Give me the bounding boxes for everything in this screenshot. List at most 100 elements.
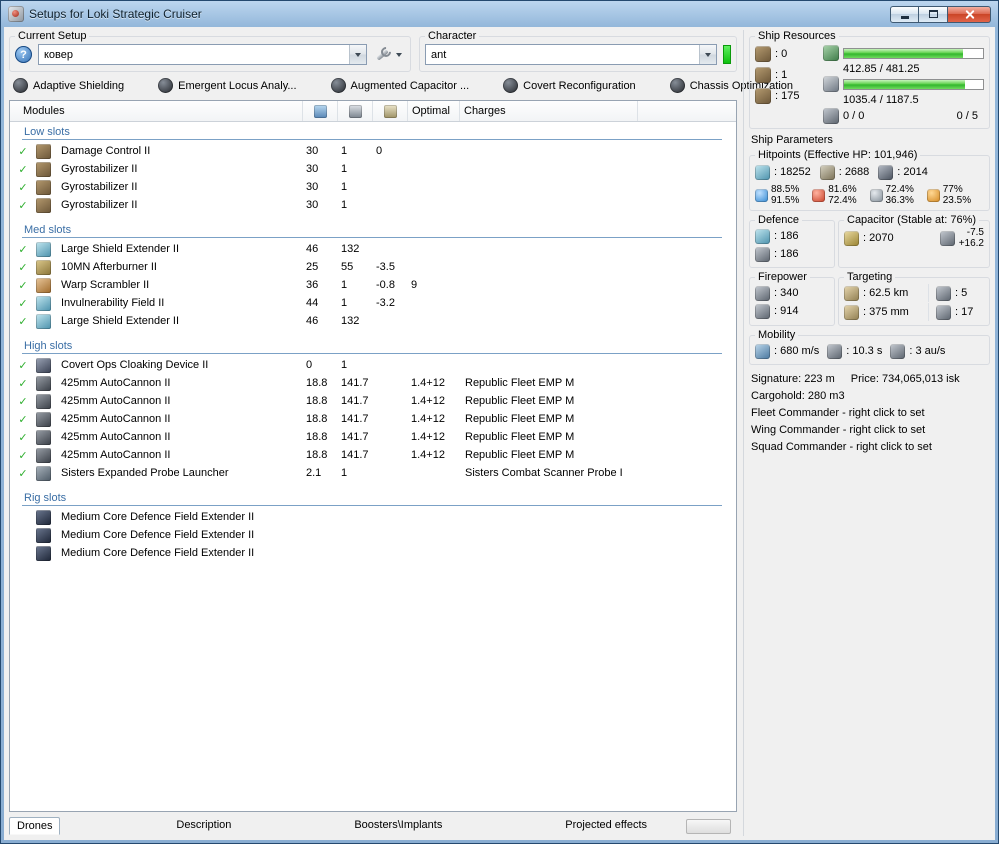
- maximize-button[interactable]: [919, 5, 948, 23]
- modules-table-header: Modules Optimal Charges: [10, 101, 736, 122]
- column-cpu: [302, 101, 337, 121]
- chevron-down-icon: [705, 53, 711, 60]
- module-row[interactable]: Medium Core Defence Field Extender II: [10, 544, 736, 562]
- shield-resist-value: 88.5%: [771, 184, 800, 195]
- defence-label: Defence: [758, 214, 799, 226]
- module-row[interactable]: ✓ 425mm AutoCannon II 18.8 141.7 1.4+12 …: [10, 392, 736, 410]
- module-cpu: 18.8: [306, 431, 328, 443]
- module-name: 425mm AutoCannon II: [61, 431, 171, 443]
- module-optimal: 1.4+12: [411, 449, 445, 461]
- section-rows: ✓ Large Shield Extender II 46 132 ✓ 10MN…: [10, 240, 736, 330]
- module-row[interactable]: ✓ 425mm AutoCannon II 18.8 141.7 1.4+12 …: [10, 428, 736, 446]
- structure-hp-value: : 2014: [897, 166, 928, 178]
- module-row[interactable]: ✓ Large Shield Extender II 46 132: [10, 312, 736, 330]
- module-icon: [36, 411, 51, 427]
- character-combobox-dropdown[interactable]: [699, 45, 716, 64]
- squad-commander[interactable]: Squad Commander - right click to set: [751, 439, 990, 456]
- module-row[interactable]: ✓ Gyrostabilizer II 30 1: [10, 160, 736, 178]
- module-row[interactable]: ✓ 425mm AutoCannon II 18.8 141.7 1.4+12 …: [10, 374, 736, 392]
- character-skills-status-indicator: [723, 45, 731, 64]
- fleet-commander[interactable]: Fleet Commander - right click to set: [751, 405, 990, 422]
- drone-bandwidth-value: 0 / 0: [843, 110, 865, 122]
- module-row[interactable]: Medium Core Defence Field Extender II: [10, 508, 736, 526]
- bottom-tab[interactable]: Boosters\Implants: [347, 817, 449, 835]
- fitted-check-icon: ✓: [18, 377, 28, 390]
- module-row[interactable]: ✓ Warp Scrambler II 36 1 -0.8 9: [10, 276, 736, 294]
- module-row[interactable]: ✓ 425mm AutoCannon II 18.8 141.7 1.4+12 …: [10, 446, 736, 464]
- bottom-tab-label: Drones: [17, 820, 53, 832]
- subsystem-item[interactable]: Adaptive Shielding: [13, 78, 124, 93]
- wing-commander[interactable]: Wing Commander - right click to set: [751, 422, 990, 439]
- window-title: Setups for Loki Strategic Cruiser: [29, 7, 202, 21]
- fitted-check-icon: ✓: [18, 199, 28, 212]
- firepower-label: Firepower: [758, 271, 807, 283]
- tools-chevron-down-icon[interactable]: [396, 53, 402, 60]
- help-button[interactable]: ?: [15, 46, 32, 63]
- module-row[interactable]: ✓ Gyrostabilizer II 30 1: [10, 178, 736, 196]
- module-icon: [36, 429, 51, 445]
- module-optimal: 9: [411, 279, 418, 291]
- module-cpu: 44: [306, 297, 319, 309]
- subsystem-label: Covert Reconfiguration: [523, 79, 636, 92]
- module-cap: -3.5: [376, 261, 395, 273]
- bottom-tab[interactable]: Projected effects: [558, 817, 654, 835]
- module-icon: [36, 179, 51, 195]
- bottom-tab[interactable]: Drones: [9, 817, 61, 835]
- warp-speed: : 3 au/s: [890, 342, 945, 360]
- subsystem-item[interactable]: Covert Reconfiguration: [503, 78, 636, 93]
- firepower-group: Firepower : 340 : 914: [749, 271, 835, 326]
- module-name: Invulnerability Field II: [61, 297, 165, 309]
- module-icon: [36, 465, 51, 481]
- subsystem-item[interactable]: Emergent Locus Analy...: [158, 78, 297, 93]
- module-row[interactable]: ✓ Large Shield Extender II 46 132: [10, 240, 736, 258]
- left-panel: Current Setup ? ковер Character ant Adap…: [9, 30, 793, 836]
- powergrid-bar-row: [823, 76, 984, 92]
- ship-resources-group: Ship Resources : 0 : 1 : 175 412.85 / 48…: [749, 30, 990, 129]
- armor-resist-value: 23.5%: [942, 195, 972, 206]
- align-time: : 10.3 s: [827, 342, 882, 360]
- modules-table: Modules Optimal Charges Low slots ✓ Dama…: [9, 100, 737, 812]
- module-row[interactable]: ✓ 425mm AutoCannon II 18.8 141.7 1.4+12 …: [10, 410, 736, 428]
- fitted-check-icon: ✓: [18, 449, 28, 462]
- module-powergrid: 55: [341, 261, 354, 273]
- fitting-tools-button[interactable]: [373, 47, 405, 62]
- module-charge: Republic Fleet EMP M: [465, 431, 575, 443]
- module-row[interactable]: ✓ Covert Ops Cloaking Device II 0 1: [10, 356, 736, 374]
- wrench-icon: [376, 47, 391, 62]
- max-targets-icon: [936, 285, 951, 301]
- subsystem-item[interactable]: Augmented Capacitor ...: [330, 78, 469, 93]
- capacitor-amount-value: : 2070: [863, 232, 894, 244]
- module-powergrid: 1: [341, 467, 348, 479]
- close-button[interactable]: [948, 5, 991, 23]
- module-row[interactable]: ✓ Invulnerability Field II 44 1 -3.2: [10, 294, 736, 312]
- setup-combobox-dropdown[interactable]: [349, 45, 366, 64]
- app-icon: [8, 6, 24, 22]
- module-powergrid: 1: [341, 359, 348, 371]
- module-powergrid: 132: [341, 243, 360, 255]
- resist-cell: 77% 23.5%: [926, 184, 984, 206]
- titlebar[interactable]: Setups for Loki Strategic Cruiser: [4, 1, 995, 27]
- subsystem-bar: Adaptive Shielding Emergent Locus Analy.…: [9, 76, 793, 96]
- module-row[interactable]: ✓ Damage Control II 30 1 0: [10, 142, 736, 160]
- module-row[interactable]: ✓ Gyrostabilizer II 30 1: [10, 196, 736, 214]
- setup-combobox[interactable]: ковер: [38, 44, 367, 65]
- section-header: Rig slots: [22, 491, 722, 506]
- mobility-label: Mobility: [758, 329, 796, 341]
- module-cpu: 46: [306, 243, 319, 255]
- drone-icon: [823, 108, 839, 124]
- section-header: Low slots: [22, 125, 722, 140]
- fitted-check-icon: ✓: [18, 261, 28, 274]
- hitpoints-label: Hitpoints (Effective HP: 101,946): [758, 149, 918, 161]
- passive-defence-value: : 186: [774, 248, 799, 260]
- module-row[interactable]: ✓ 10MN Afterburner II 25 55 -3.5: [10, 258, 736, 276]
- module-icon: [36, 545, 51, 561]
- signature-value: Signature: 223 m: [751, 373, 835, 385]
- character-combobox[interactable]: ant: [425, 44, 717, 65]
- bottom-tab[interactable]: Description: [169, 817, 238, 835]
- minimize-button[interactable]: [890, 5, 919, 23]
- module-row[interactable]: ✓ Sisters Expanded Probe Launcher 2.1 1 …: [10, 464, 736, 482]
- ship-parameters-label: Ship Parameters: [751, 134, 833, 146]
- module-row[interactable]: Medium Core Defence Field Extender II: [10, 526, 736, 544]
- resist-cell: 72.4% 36.3%: [869, 184, 927, 206]
- module-optimal: 1.4+12: [411, 395, 445, 407]
